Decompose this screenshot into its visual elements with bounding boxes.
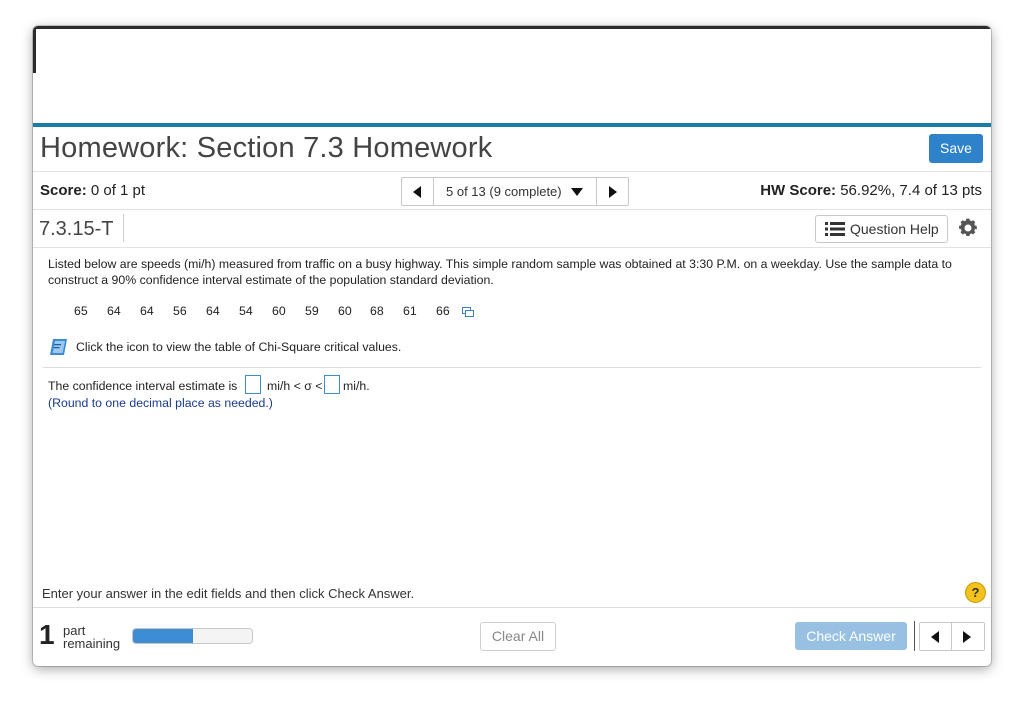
data-value: 59: [305, 304, 319, 318]
divider: [123, 214, 124, 242]
table-link-text: Click the icon to view the table of Chi-…: [76, 340, 402, 354]
title-bar: Homework: Section 7.3 Homework Save: [33, 127, 991, 172]
problem-text: Listed below are speeds (mi/h) measured …: [48, 257, 952, 287]
top-border: [33, 26, 991, 29]
bottom-question-navigator: [919, 622, 985, 651]
data-value: 61: [403, 304, 417, 318]
upper-bound-input[interactable]: [324, 375, 340, 394]
data-value: 64: [140, 304, 154, 318]
next-question-button[interactable]: [596, 178, 628, 205]
triangle-left-icon: [413, 186, 421, 198]
footer-bar: 1 part remaining Clear All Check Answer: [33, 608, 991, 666]
book-icon[interactable]: [49, 337, 69, 357]
check-answer-button[interactable]: Check Answer: [795, 622, 907, 650]
previous-question-button[interactable]: [402, 178, 434, 205]
question-header: 7.3.15-T Question Help: [33, 210, 991, 248]
page-title: Homework: Section 7.3 Homework: [40, 132, 493, 164]
hw-score: HW Score: 56.92%, 7.4 of 13 pts: [760, 182, 982, 199]
progress-bar: [132, 628, 253, 644]
answer-middle-text: mi/h < σ <: [267, 379, 323, 393]
question-help-label: Question Help: [850, 221, 939, 237]
score-value: 0 of 1 pt: [90, 182, 146, 199]
data-value: 64: [107, 304, 121, 318]
score: Score: 0 of 1 pt: [40, 182, 145, 199]
triangle-right-icon: [609, 186, 617, 198]
data-value: 64: [206, 304, 220, 318]
clear-all-button[interactable]: Clear All: [480, 622, 556, 651]
parts-remaining-label: part remaining: [63, 624, 120, 650]
content-divider: [43, 367, 981, 368]
data-value: 68: [370, 304, 384, 318]
data-value: 54: [239, 304, 253, 318]
instruction-bar: Enter your answer in the edit fields and…: [33, 581, 991, 608]
top-blank-area: [33, 26, 991, 123]
score-label: Score:: [40, 182, 87, 199]
answer-prefix: The confidence interval estimate is: [48, 379, 238, 393]
data-value: 60: [272, 304, 286, 318]
rounding-note: (Round to one decimal place as needed.): [48, 396, 273, 410]
triangle-left-icon: [931, 631, 939, 643]
progress-fill: [133, 629, 193, 643]
remaining-word: remaining: [63, 636, 121, 651]
hw-score-label: HW Score:: [760, 182, 837, 199]
hw-score-value: 56.92%, 7.4 of 13 pts: [840, 182, 982, 199]
previous-question-button[interactable]: [920, 623, 952, 650]
data-value: 60: [338, 304, 352, 318]
triangle-right-icon: [963, 631, 971, 643]
question-select-dropdown[interactable]: 5 of 13 (9 complete): [434, 178, 596, 205]
question-position-text: 5 of 13 (9 complete): [446, 184, 562, 199]
question-id: 7.3.15-T: [39, 218, 114, 240]
homework-window: Homework: Section 7.3 Homework Save Scor…: [33, 26, 991, 666]
parts-remaining-count: 1: [39, 619, 55, 650]
left-edge-mark: [33, 28, 36, 73]
question-help-button[interactable]: Question Help: [815, 215, 948, 243]
answer-suffix: mi/h.: [343, 379, 370, 393]
score-bar: Score: 0 of 1 pt 5 of 13 (9 complete) HW…: [33, 172, 991, 210]
separator: [914, 621, 915, 651]
triangle-down-icon: [571, 188, 583, 196]
next-question-button[interactable]: [952, 623, 983, 650]
question-navigator: 5 of 13 (9 complete): [401, 177, 629, 206]
data-value: 66: [436, 304, 450, 318]
lower-bound-input[interactable]: [245, 375, 261, 394]
data-value: 65: [74, 304, 88, 318]
instruction-text: Enter your answer in the edit fields and…: [42, 586, 415, 601]
list-icon: [825, 222, 845, 236]
copy-icon[interactable]: [462, 307, 474, 317]
save-button[interactable]: Save: [929, 134, 983, 163]
gear-icon[interactable]: [957, 217, 979, 239]
help-icon[interactable]: ?: [965, 582, 986, 603]
data-value: 56: [173, 304, 187, 318]
